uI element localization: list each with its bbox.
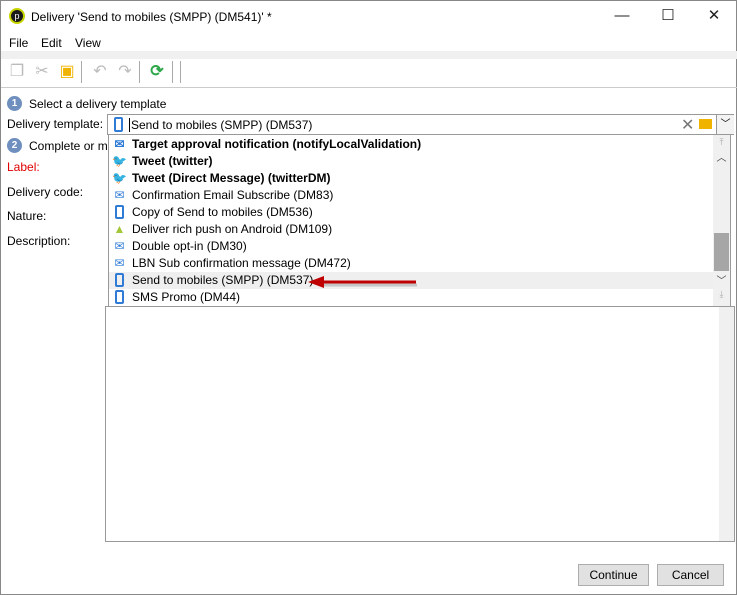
- toolbar-separator: [172, 61, 173, 83]
- delivery-template-label: Delivery template:: [7, 117, 104, 131]
- nature-label: Nature:: [7, 209, 47, 223]
- cancel-button[interactable]: Cancel: [657, 564, 724, 586]
- dropdown-item[interactable]: ✉ LBN Sub confirmation message (DM472): [109, 255, 715, 272]
- menu-separator: [1, 51, 737, 59]
- dropdown-item[interactable]: 🐦 Tweet (Direct Message) (twitterDM): [109, 170, 715, 187]
- clear-icon[interactable]: ✕: [681, 115, 694, 135]
- description-scrollbar[interactable]: [719, 307, 734, 541]
- dropdown-item[interactable]: Copy of Send to mobiles (DM536): [109, 204, 715, 221]
- mobile-icon: [115, 290, 124, 304]
- refresh-icon[interactable]: ⟳: [147, 62, 167, 82]
- dropdown-item-label: Send to mobiles (SMPP) (DM537): [132, 273, 314, 287]
- dropdown-item-label: Copy of Send to mobiles (DM536): [132, 205, 313, 219]
- continue-button[interactable]: Continue: [578, 564, 649, 586]
- description-textarea[interactable]: [105, 306, 735, 542]
- mail-icon: ✉: [114, 239, 125, 253]
- scroll-down-icon[interactable]: ﹀: [716, 272, 727, 287]
- dropdown-item-label: Double opt-in (DM30): [132, 239, 247, 253]
- mobile-icon: [114, 117, 123, 132]
- dropdown-item-label: Confirmation Email Subscribe (DM83): [132, 188, 334, 202]
- folder-icon[interactable]: [699, 119, 712, 129]
- step-1-title: Select a delivery template: [29, 97, 167, 111]
- dropdown-item-label: LBN Sub confirmation message (DM472): [132, 256, 351, 270]
- menu-edit[interactable]: Edit: [41, 36, 62, 50]
- minimize-button[interactable]: —: [599, 1, 645, 31]
- dropdown-item-label: Target approval notification (notifyLoca…: [132, 137, 422, 151]
- dropdown-item[interactable]: ✉ Target approval notification (notifyLoc…: [109, 136, 715, 153]
- dropdown-item-label: Tweet (twitter): [132, 154, 213, 168]
- twitter-icon: 🐦: [112, 154, 127, 168]
- scroll-up-icon[interactable]: ︿: [716, 149, 727, 164]
- step-1-badge: 1: [7, 96, 22, 111]
- scroll-thumb[interactable]: [714, 233, 729, 271]
- twitter-icon: 🐦: [112, 171, 127, 185]
- step-2-badge: 2: [7, 138, 22, 153]
- step-2-title: Complete or m: [29, 139, 108, 153]
- toolbar-separator: [180, 61, 181, 83]
- toolbar-separator: [139, 61, 140, 83]
- delivery-code-label: Delivery code:: [7, 185, 84, 199]
- dropdown-item[interactable]: ✉ Double opt-in (DM30): [109, 238, 715, 255]
- maximize-button[interactable]: ☐: [645, 1, 691, 31]
- dropdown-item-label: Deliver rich push on Android (DM109): [132, 222, 333, 236]
- menu-file[interactable]: File: [9, 36, 28, 50]
- delivery-window: p Delivery 'Send to mobiles (SMPP) (DM54…: [0, 0, 737, 595]
- dropdown-item-label: SMS Promo (DM44): [132, 290, 241, 304]
- toolbar-separator: [81, 61, 82, 83]
- mail-icon: ✉: [114, 188, 125, 202]
- description-label: Description:: [7, 234, 71, 248]
- dropdown-item[interactable]: 🐦 Tweet (twitter): [109, 153, 715, 170]
- dropdown-chevron-icon[interactable]: ﹀: [716, 115, 734, 134]
- redo-icon[interactable]: ↷: [115, 62, 135, 82]
- dropdown-item[interactable]: ▲ Deliver rich push on Android (DM109): [109, 221, 715, 238]
- scroll-top-icon[interactable]: ⤒: [716, 137, 727, 148]
- delivery-template-combobox[interactable]: Send to mobiles (SMPP) (DM537) ✕ ﹀: [107, 114, 734, 135]
- dropdown-item[interactable]: ✉ Confirmation Email Subscribe (DM83): [109, 187, 715, 204]
- dropdown-item[interactable]: SMS Promo (DM44): [109, 289, 715, 306]
- menu-view[interactable]: View: [75, 36, 101, 50]
- dropdown-scrollbar[interactable]: ⤒ ︿ ﹀ ⤓: [713, 135, 730, 306]
- scroll-bottom-icon[interactable]: ⤓: [716, 289, 727, 300]
- label-field-label: Label:: [7, 160, 40, 174]
- dropdown-item-label: Tweet (Direct Message) (twitterDM): [132, 171, 331, 185]
- android-icon: ▲: [113, 222, 126, 236]
- cut-icon[interactable]: ✂: [32, 62, 52, 82]
- annotation-arrow: [308, 276, 417, 288]
- divider: [1, 87, 737, 88]
- close-button[interactable]: ✕: [691, 1, 737, 31]
- app-logo-icon: p: [9, 8, 25, 24]
- delivery-template-value[interactable]: Send to mobiles (SMPP) (DM537): [129, 118, 312, 132]
- mail-icon: ✉: [114, 137, 125, 151]
- mobile-icon: [115, 205, 124, 219]
- mobile-icon: [115, 273, 124, 287]
- mail-icon: ✉: [114, 256, 125, 270]
- window-title: Delivery 'Send to mobiles (SMPP) (DM541)…: [31, 10, 272, 24]
- undo-icon[interactable]: ↶: [90, 62, 110, 82]
- copy-icon[interactable]: ❐: [7, 62, 27, 82]
- paste-icon[interactable]: ▣: [57, 62, 77, 82]
